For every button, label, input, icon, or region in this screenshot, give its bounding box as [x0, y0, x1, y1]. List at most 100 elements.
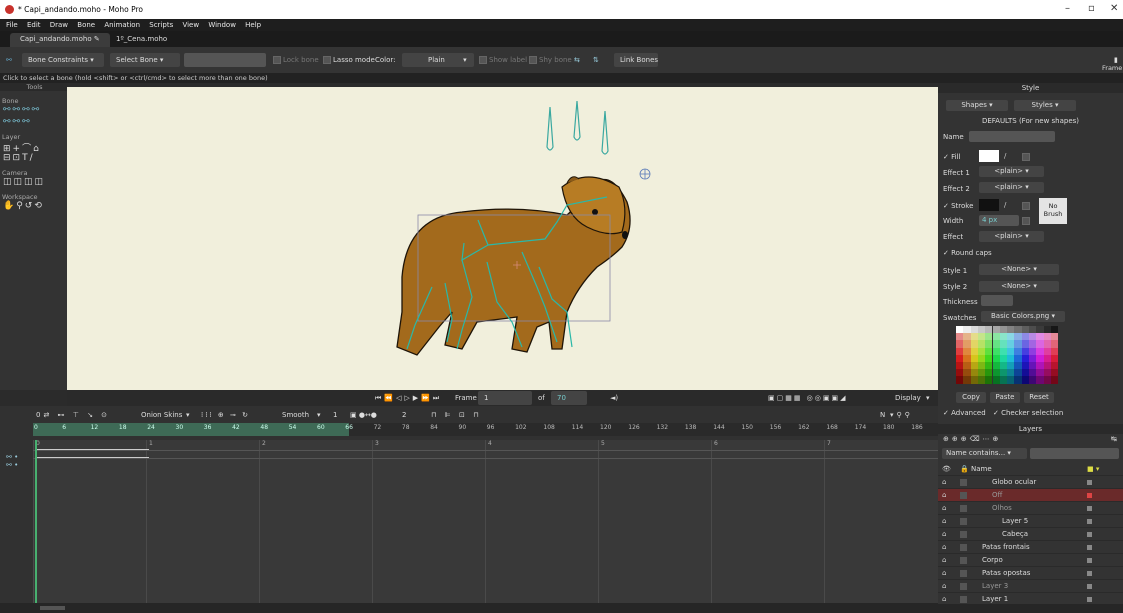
color-swatch[interactable]: [977, 347, 986, 355]
color-swatch[interactable]: [992, 347, 1000, 355]
color-swatch[interactable]: [977, 340, 986, 348]
view-mode-icons[interactable]: ▣▢▦▦ ◎◎▣▣◢: [768, 391, 848, 405]
color-swatch[interactable]: [1050, 340, 1059, 348]
bone-constraints-dropdown[interactable]: Bone Constraints ▾: [22, 53, 104, 67]
layer-settings-icon[interactable]: ↹: [1111, 435, 1117, 443]
lock-toggle[interactable]: [960, 531, 967, 538]
color-swatch[interactable]: [977, 362, 986, 370]
shy-bone-checkbox[interactable]: [529, 56, 537, 64]
color-swatch[interactable]: [977, 326, 986, 334]
color-swatch[interactable]: [985, 376, 993, 384]
styles-dropdown[interactable]: Styles ▾: [1014, 100, 1076, 111]
color-swatch[interactable]: [1021, 340, 1029, 348]
color-swatch[interactable]: [1043, 347, 1051, 355]
visibility-icon[interactable]: ⌂: [942, 541, 946, 554]
color-swatch[interactable]: [1036, 362, 1044, 370]
color-swatch[interactable]: [1014, 326, 1022, 334]
color-swatch[interactable]: [1029, 340, 1037, 348]
layer-filter-input[interactable]: [1030, 448, 1119, 459]
menu-draw[interactable]: Draw: [50, 19, 68, 31]
flip-vertical-icon[interactable]: ⇅: [593, 53, 599, 67]
lock-toggle[interactable]: [960, 596, 967, 603]
lasso-mode-checkbox[interactable]: [323, 56, 331, 64]
color-swatch[interactable]: [1043, 340, 1051, 348]
color-swatch[interactable]: [1029, 362, 1037, 370]
color-swatch[interactable]: [992, 340, 1000, 348]
shapes-dropdown[interactable]: Shapes ▾: [946, 100, 1008, 111]
eyedropper-icon[interactable]: /: [1004, 201, 1006, 209]
layer-color-tag[interactable]: [1087, 493, 1092, 498]
width-checkbox[interactable]: [1022, 217, 1030, 225]
paste-button[interactable]: Paste: [990, 392, 1020, 403]
color-swatch[interactable]: [985, 362, 993, 370]
onion-skins-label[interactable]: Onion Skins: [141, 408, 182, 422]
color-swatch[interactable]: [1021, 347, 1029, 355]
layers-scrollbar[interactable]: [938, 604, 1123, 613]
canvas-viewport[interactable]: [67, 87, 938, 390]
color-swatch[interactable]: [1043, 376, 1051, 384]
color-swatch[interactable]: [970, 354, 978, 362]
color-swatch[interactable]: [1029, 354, 1037, 362]
color-swatch[interactable]: [1021, 354, 1029, 362]
color-swatch[interactable]: [1050, 376, 1059, 384]
name-field[interactable]: [969, 131, 1055, 142]
interp-num[interactable]: 1: [333, 408, 337, 422]
color-swatch[interactable]: [1021, 333, 1029, 341]
color-swatch[interactable]: [1036, 340, 1044, 348]
color-swatch[interactable]: [999, 326, 1008, 334]
layer-color-tag[interactable]: [1087, 558, 1092, 563]
timeline-zoom-icons[interactable]: ▾⚲⚲: [890, 408, 913, 422]
no-brush-button[interactable]: No Brush: [1039, 198, 1067, 224]
lock-toggle[interactable]: [960, 492, 967, 499]
color-swatch[interactable]: [956, 347, 964, 355]
color-swatch[interactable]: [999, 347, 1008, 355]
color-swatch[interactable]: [1050, 326, 1059, 334]
onion-dropdown-icon[interactable]: ▾: [186, 408, 190, 422]
playhead[interactable]: [35, 440, 37, 603]
step-value[interactable]: 2: [402, 408, 406, 422]
color-swatch[interactable]: [970, 333, 978, 341]
layer-color-tag[interactable]: [1087, 532, 1092, 537]
color-swatch[interactable]: [992, 369, 1000, 377]
color-swatch[interactable]: [1007, 376, 1015, 384]
flip-horizontal-icon[interactable]: ⇆: [574, 53, 580, 67]
minimize-icon[interactable]: –: [1065, 3, 1070, 14]
color-swatch[interactable]: [1036, 376, 1044, 384]
color-swatch[interactable]: [999, 333, 1008, 341]
color-swatch[interactable]: [985, 333, 993, 341]
color-swatch[interactable]: [1043, 333, 1051, 341]
layer-color-tag[interactable]: [1087, 519, 1092, 524]
layer-row[interactable]: ⌂ Layer 5: [938, 515, 1123, 528]
visibility-icon[interactable]: ⌂: [942, 554, 946, 567]
color-swatch[interactable]: [1029, 376, 1037, 384]
color-swatch[interactable]: [1036, 354, 1044, 362]
color-swatch[interactable]: [992, 326, 1000, 334]
color-swatch[interactable]: [956, 354, 964, 362]
color-swatch[interactable]: [956, 326, 964, 334]
color-swatch[interactable]: [1036, 326, 1044, 334]
color-swatch[interactable]: [970, 340, 978, 348]
scroll-thumb[interactable]: [40, 606, 65, 610]
stroke-color-swatch[interactable]: [979, 199, 999, 211]
tab-cena[interactable]: 1º_Cena.moho: [106, 33, 177, 47]
keys-icon[interactable]: ▣ ●↔●: [350, 408, 377, 422]
onion-controls[interactable]: ⁞⁞⁞ ⊕ ⊸ ↻: [201, 408, 250, 422]
color-swatch[interactable]: [963, 376, 971, 384]
layer-color-tag[interactable]: [1087, 506, 1092, 511]
lock-toggle[interactable]: [960, 557, 967, 564]
style2-dropdown[interactable]: <None> ▾: [979, 281, 1059, 292]
layer-row[interactable]: ⌂ Off: [938, 489, 1123, 502]
stroke-checkbox[interactable]: [1022, 202, 1030, 210]
color-swatch[interactable]: [1050, 333, 1059, 341]
color-swatches[interactable]: [956, 326, 1059, 384]
color-swatch[interactable]: [1021, 362, 1029, 370]
color-swatch[interactable]: [963, 354, 971, 362]
color-swatch[interactable]: [985, 347, 993, 355]
color-swatch[interactable]: [977, 369, 986, 377]
visibility-icon[interactable]: ⌂: [942, 476, 946, 489]
color-swatch[interactable]: [977, 354, 986, 362]
color-swatch[interactable]: [1014, 369, 1022, 377]
show-label-checkbox[interactable]: [479, 56, 487, 64]
color-swatch[interactable]: [1007, 347, 1015, 355]
color-swatch[interactable]: [1021, 369, 1029, 377]
